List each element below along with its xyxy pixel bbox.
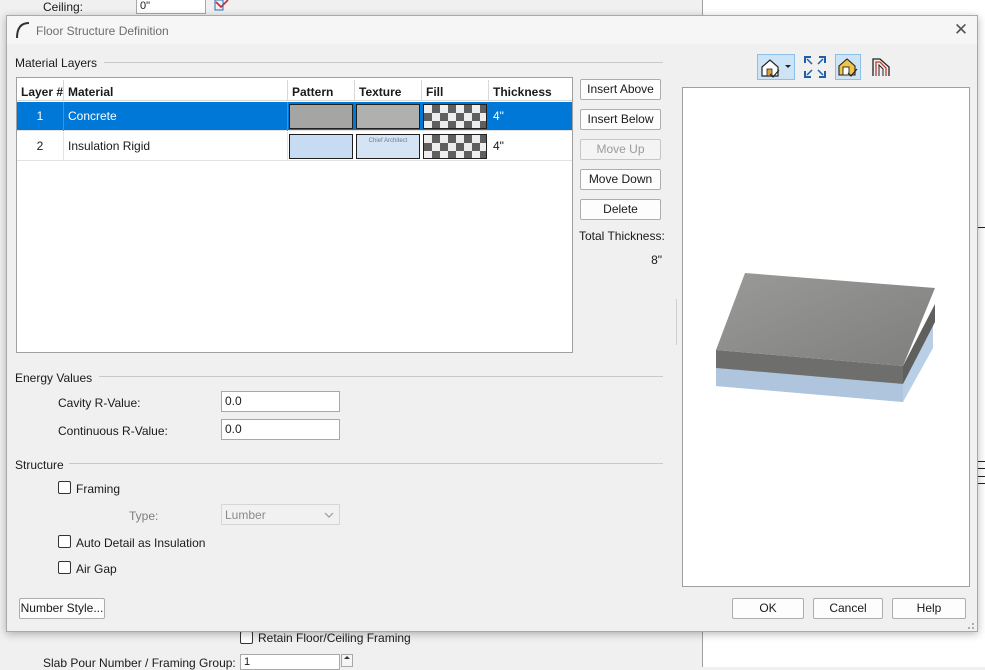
retain-framing-label: Retain Floor/Ceiling Framing bbox=[258, 631, 411, 645]
move-up-button[interactable]: Move Up bbox=[580, 139, 661, 160]
chevron-down-icon bbox=[324, 509, 334, 523]
total-thickness-label: Total Thickness: bbox=[579, 229, 665, 243]
column-header-texture[interactable]: Texture bbox=[355, 80, 422, 101]
floor-structure-dialog: Floor Structure Definition ✕ Material La… bbox=[6, 15, 978, 632]
table-row[interactable]: 2 Insulation Rigid Chief Architect 4" bbox=[17, 132, 572, 161]
materials-view-icon[interactable] bbox=[835, 54, 861, 80]
background-tick bbox=[977, 461, 985, 462]
retain-framing-checkbox[interactable] bbox=[240, 631, 253, 644]
floor-slab-preview bbox=[716, 273, 935, 402]
layer-number: 2 bbox=[17, 132, 64, 161]
background-tick bbox=[977, 468, 985, 469]
total-thickness-value: 8" bbox=[651, 253, 662, 267]
type-select[interactable]: Lumber bbox=[221, 504, 340, 525]
material-name: Concrete bbox=[64, 102, 288, 131]
column-header-thickness[interactable]: Thickness bbox=[489, 80, 572, 101]
insert-below-button[interactable]: Insert Below bbox=[580, 109, 661, 130]
layers-icon[interactable] bbox=[868, 54, 894, 80]
background-tick bbox=[977, 476, 985, 477]
column-header-pattern[interactable]: Pattern bbox=[288, 80, 355, 101]
continuous-r-value-input[interactable]: 0.0 bbox=[221, 419, 340, 440]
air-gap-label: Air Gap bbox=[76, 562, 117, 576]
move-down-button[interactable]: Move Down bbox=[580, 169, 661, 190]
type-label: Type: bbox=[129, 509, 159, 523]
structure-heading: Structure bbox=[15, 458, 64, 472]
layer-number: 1 bbox=[17, 102, 64, 131]
fill-swatch[interactable] bbox=[423, 134, 487, 159]
background-tick bbox=[977, 227, 985, 228]
texture-caption: Chief Architect bbox=[368, 138, 408, 144]
spin-button[interactable] bbox=[341, 654, 353, 667]
auto-detail-label: Auto Detail as Insulation bbox=[76, 536, 206, 550]
material-layers-table: Layer # Material Pattern Texture Fill Th… bbox=[16, 77, 573, 353]
background-ceiling-label: Ceiling: bbox=[43, 0, 84, 14]
pattern-swatch[interactable] bbox=[289, 104, 353, 129]
slab-pour-label: Slab Pour Number / Framing Group: bbox=[43, 656, 236, 670]
pattern-swatch[interactable] bbox=[289, 134, 353, 159]
column-header-layer[interactable]: Layer # bbox=[17, 80, 64, 101]
continuous-r-value-label: Continuous R-Value: bbox=[58, 424, 168, 438]
title-bar: Floor Structure Definition ✕ bbox=[7, 16, 977, 44]
ok-button[interactable]: OK bbox=[732, 598, 804, 619]
insert-above-button[interactable]: Insert Above bbox=[580, 79, 661, 100]
3d-preview-panel[interactable] bbox=[682, 87, 970, 587]
texture-swatch[interactable] bbox=[356, 104, 420, 129]
fill-swatch[interactable] bbox=[423, 104, 487, 129]
splitter-handle[interactable] bbox=[676, 299, 679, 345]
framing-label: Framing bbox=[76, 482, 121, 496]
close-icon[interactable]: ✕ bbox=[951, 20, 971, 40]
cavity-r-value-label: Cavity R-Value: bbox=[58, 396, 141, 410]
type-select-value: Lumber bbox=[225, 508, 266, 522]
group-divider bbox=[69, 463, 663, 464]
group-divider bbox=[99, 376, 663, 377]
resize-grip-icon[interactable] bbox=[965, 619, 975, 629]
fill-window-icon[interactable] bbox=[802, 54, 828, 80]
material-name: Insulation Rigid bbox=[64, 132, 288, 161]
edit-icon[interactable] bbox=[214, 0, 230, 12]
column-header-material[interactable]: Material bbox=[64, 80, 288, 101]
slab-pour-input[interactable]: 1 bbox=[240, 654, 340, 670]
background-ceiling-input[interactable]: 0" bbox=[136, 0, 206, 14]
dialog-title: Floor Structure Definition bbox=[36, 24, 169, 38]
number-style-button[interactable]: Number Style... bbox=[19, 598, 105, 619]
auto-detail-checkbox[interactable] bbox=[58, 535, 71, 548]
table-row[interactable]: 1 Concrete 4" bbox=[17, 102, 572, 131]
cancel-button[interactable]: Cancel bbox=[813, 598, 883, 619]
delete-button[interactable]: Delete bbox=[580, 199, 661, 220]
air-gap-checkbox[interactable] bbox=[58, 561, 71, 574]
camera-view-icon[interactable] bbox=[757, 54, 795, 80]
app-logo-icon bbox=[15, 21, 31, 39]
column-header-fill[interactable]: Fill bbox=[422, 80, 489, 101]
help-button[interactable]: Help bbox=[892, 598, 966, 619]
background-tick bbox=[977, 483, 985, 484]
layer-thickness: 4" bbox=[493, 109, 504, 123]
texture-swatch[interactable]: Chief Architect bbox=[356, 134, 420, 159]
material-layers-heading: Material Layers bbox=[15, 56, 98, 70]
energy-values-heading: Energy Values bbox=[15, 371, 93, 385]
cavity-r-value-input[interactable]: 0.0 bbox=[221, 391, 340, 412]
framing-checkbox[interactable] bbox=[58, 481, 71, 494]
group-divider bbox=[104, 62, 663, 63]
layer-thickness: 4" bbox=[493, 139, 504, 153]
